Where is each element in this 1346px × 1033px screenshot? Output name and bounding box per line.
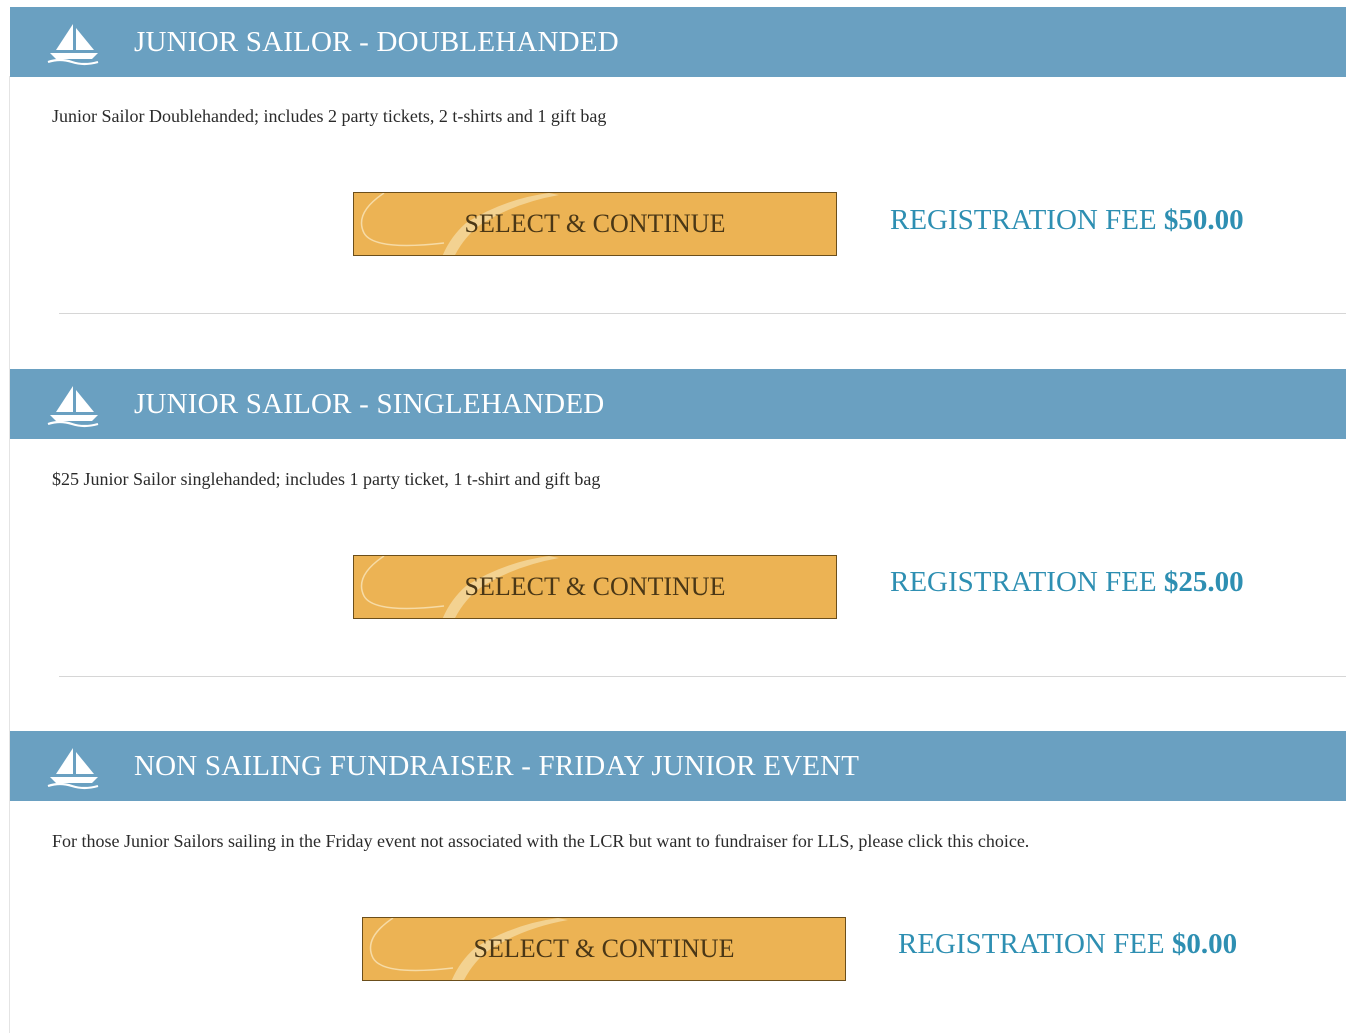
option-title: NON SAILING FUNDRAISER - FRIDAY JUNIOR E…: [134, 750, 860, 782]
option-header-fundraiser: NON SAILING FUNDRAISER - FRIDAY JUNIOR E…: [10, 731, 1346, 801]
option-title: JUNIOR SAILOR - DOUBLEHANDED: [134, 26, 619, 58]
fee-label: REGISTRATION FEE: [890, 566, 1157, 598]
select-continue-button[interactable]: SELECT & CONTINUE: [353, 192, 837, 256]
option-description: For those Junior Sailors sailing in the …: [52, 831, 1030, 851]
option-header-singlehanded: JUNIOR SAILOR - SINGLEHANDED: [10, 369, 1346, 439]
registration-fee: REGISTRATION FEE $25.00: [890, 566, 1244, 599]
select-continue-button[interactable]: SELECT & CONTINUE: [362, 917, 846, 981]
fee-amount: $50.00: [1163, 204, 1244, 236]
fee-amount: $25.00: [1163, 566, 1244, 598]
select-continue-label: SELECT & CONTINUE: [464, 572, 726, 601]
section-divider: [59, 676, 1346, 677]
sailboat-icon: [47, 748, 99, 790]
option-title: JUNIOR SAILOR - SINGLEHANDED: [134, 388, 605, 420]
registration-fee: REGISTRATION FEE $0.00: [898, 928, 1237, 961]
option-description: $25 Junior Sailor singlehanded; includes…: [52, 469, 601, 489]
section-divider: [59, 313, 1346, 314]
fee-label: REGISTRATION FEE: [898, 928, 1165, 960]
select-continue-button[interactable]: SELECT & CONTINUE: [353, 555, 837, 619]
sailboat-icon: [47, 24, 99, 66]
option-description: Junior Sailor Doublehanded; includes 2 p…: [52, 106, 607, 126]
sailboat-icon: [47, 386, 99, 428]
select-continue-label: SELECT & CONTINUE: [473, 934, 735, 963]
fee-amount: $0.00: [1171, 928, 1238, 960]
left-border: [9, 76, 10, 1033]
fee-label: REGISTRATION FEE: [890, 204, 1157, 236]
select-continue-label: SELECT & CONTINUE: [464, 209, 726, 238]
option-header-doublehanded: JUNIOR SAILOR - DOUBLEHANDED: [10, 7, 1346, 77]
registration-fee: REGISTRATION FEE $50.00: [890, 204, 1244, 237]
